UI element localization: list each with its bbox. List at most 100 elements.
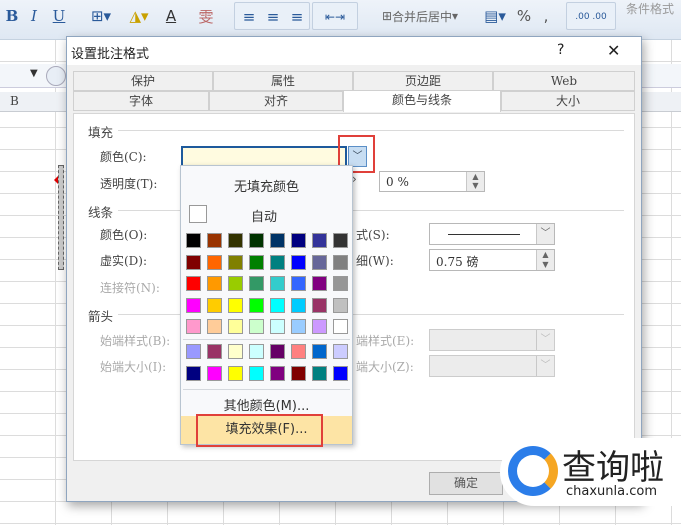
comment-border[interactable] [58, 165, 64, 270]
currency-icon[interactable]: ▤▾ [480, 4, 510, 28]
fill-color-icon[interactable]: ◮▾ [124, 4, 154, 28]
align-right-icon[interactable]: ≡ [287, 5, 307, 29]
color-swatch[interactable] [207, 233, 222, 248]
transparency-input[interactable]: 0 % ▲ ▼ [379, 171, 485, 192]
color-swatch[interactable] [186, 276, 201, 291]
underline-button[interactable]: U [50, 4, 68, 28]
tab-margins[interactable]: 页边距 [353, 71, 493, 91]
close-button[interactable]: ✕ [607, 41, 620, 60]
color-swatch[interactable] [312, 254, 327, 270]
align-left-icon[interactable]: ≡ [239, 5, 259, 29]
color-swatch[interactable] [186, 233, 201, 248]
color-swatch[interactable] [186, 254, 201, 270]
color-swatch[interactable] [207, 297, 222, 313]
color-swatch[interactable] [228, 297, 243, 313]
color-swatch[interactable] [249, 233, 264, 248]
color-swatch[interactable] [207, 319, 222, 334]
color-swatch[interactable] [312, 297, 327, 313]
name-box-dropdown-icon[interactable]: ▼ [30, 68, 38, 79]
color-swatch[interactable] [249, 297, 264, 313]
color-swatch[interactable] [291, 233, 306, 248]
color-swatch[interactable] [270, 276, 285, 291]
more-colors-option[interactable]: 其他颜色(M)... [181, 395, 352, 414]
color-swatch[interactable] [291, 344, 306, 359]
line-weight-input[interactable]: 0.75 磅 ▲ ▼ [429, 249, 555, 271]
color-swatch[interactable] [291, 365, 306, 381]
align-center-icon[interactable]: ≡ [263, 5, 283, 29]
italic-button[interactable]: I [26, 4, 42, 28]
no-fill-option[interactable]: 无填充颜色 [181, 176, 352, 195]
color-swatch[interactable] [249, 344, 264, 359]
color-swatch[interactable] [312, 344, 327, 359]
color-swatch[interactable] [249, 365, 264, 381]
color-swatch[interactable] [333, 276, 348, 291]
color-swatch[interactable] [207, 254, 222, 270]
column-b-header[interactable]: B [10, 94, 19, 108]
color-swatch[interactable] [333, 254, 348, 270]
color-swatch[interactable] [312, 276, 327, 291]
ok-button[interactable]: 确定 [429, 472, 503, 495]
color-swatch[interactable] [270, 233, 285, 248]
color-swatch[interactable] [312, 319, 327, 334]
tab-web[interactable]: Web [493, 71, 635, 91]
tab-font[interactable]: 字体 [73, 91, 209, 111]
automatic-option[interactable]: 自动 [251, 206, 277, 225]
color-swatch[interactable] [186, 319, 201, 334]
indent-icon[interactable]: ⇤⇥ [315, 5, 355, 29]
color-swatch[interactable] [249, 254, 264, 270]
spinner-icon[interactable]: ▲ ▼ [466, 172, 484, 191]
color-swatch[interactable] [270, 254, 285, 270]
tab-colors-lines[interactable]: 颜色与线条 [343, 90, 501, 112]
tab-properties[interactable]: 属性 [213, 71, 353, 91]
decimal-icon[interactable]: .00 .00 [569, 5, 613, 29]
color-swatch[interactable] [186, 297, 201, 313]
tab-protection[interactable]: 保护 [73, 71, 213, 91]
color-swatch[interactable] [186, 365, 201, 381]
end-style-select[interactable]: ﹀ [429, 329, 555, 351]
fill-color-combobox[interactable] [181, 146, 347, 167]
scroll-icon[interactable] [46, 66, 66, 86]
spinner-icon[interactable]: ▲ ▼ [536, 250, 554, 270]
color-swatch[interactable] [270, 365, 285, 381]
phonetic-icon[interactable]: 雯 [192, 4, 220, 28]
color-swatch[interactable] [228, 319, 243, 334]
color-swatch[interactable] [270, 319, 285, 334]
conditional-format-button[interactable]: 条件格式 [620, 0, 680, 24]
color-swatch[interactable] [291, 276, 306, 291]
color-swatch[interactable] [291, 319, 306, 334]
line-style-select[interactable]: ﹀ [429, 223, 555, 245]
chevron-down-icon[interactable]: ﹀ [536, 224, 554, 244]
percent-button[interactable]: % [512, 4, 536, 28]
color-swatch[interactable] [333, 344, 348, 359]
color-swatch[interactable] [270, 344, 285, 359]
color-swatch[interactable] [186, 344, 201, 359]
tab-alignment[interactable]: 对齐 [209, 91, 343, 111]
color-swatch[interactable] [207, 276, 222, 291]
color-swatch[interactable] [228, 365, 243, 381]
bold-button[interactable]: B [4, 4, 20, 28]
color-swatch[interactable] [249, 276, 264, 291]
end-size-select[interactable]: ﹀ [429, 355, 555, 377]
color-swatch[interactable] [333, 319, 348, 334]
color-swatch[interactable] [228, 276, 243, 291]
dialog-titlebar[interactable]: 设置批注格式 ? ✕ [67, 37, 641, 65]
merge-center-button[interactable]: ⊞ 合并后居中 ▾ [368, 4, 472, 28]
automatic-swatch[interactable] [189, 205, 207, 223]
color-swatch[interactable] [291, 297, 306, 313]
color-swatch[interactable] [228, 233, 243, 248]
help-button[interactable]: ? [557, 42, 564, 58]
color-swatch[interactable] [291, 254, 306, 270]
color-swatch[interactable] [228, 254, 243, 270]
color-swatch[interactable] [207, 365, 222, 381]
color-swatch[interactable] [312, 365, 327, 381]
color-swatch[interactable] [333, 365, 348, 381]
color-swatch[interactable] [312, 233, 327, 248]
comma-button[interactable]: , [538, 4, 554, 28]
color-swatch[interactable] [333, 233, 348, 248]
color-swatch[interactable] [249, 319, 264, 334]
color-swatch[interactable] [228, 344, 243, 359]
color-swatch[interactable] [270, 297, 285, 313]
color-swatch[interactable] [333, 297, 348, 313]
color-swatch[interactable] [207, 344, 222, 359]
font-color-icon[interactable]: A [158, 4, 184, 28]
